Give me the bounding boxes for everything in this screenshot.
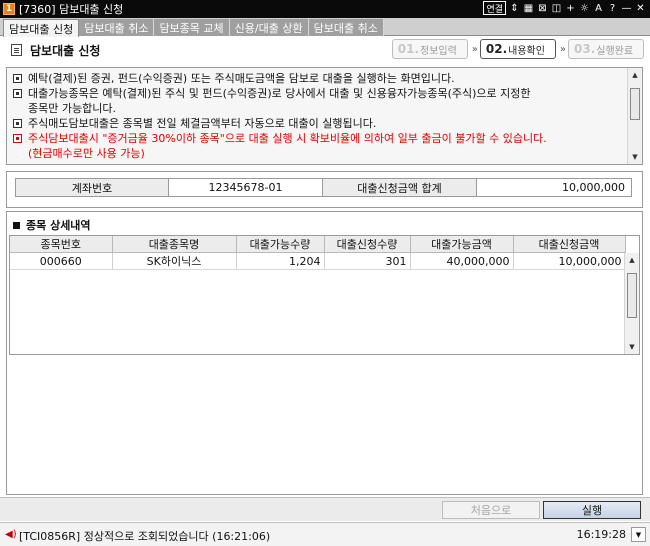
tab-collateral-swap[interactable]: 담보종목 교체 bbox=[154, 19, 230, 36]
cell-stock-code: 000660 bbox=[10, 252, 113, 270]
tab-bar: 담보대출 신청 담보대출 취소 담보종목 교체 신용/대출 상환 담보대출 취소 bbox=[0, 18, 650, 37]
detail-panel: 종목 상세내역 종목번호 대출종목명 대출가능수량 대출신청수량 대출가능금액 … bbox=[6, 211, 643, 495]
tab-loan-cancel-2[interactable]: 담보대출 취소 bbox=[308, 19, 384, 36]
step-info-input: 01. 정보입력 bbox=[391, 39, 468, 59]
section-title: 종목 상세내역 bbox=[13, 217, 91, 233]
col-request-qty: 대출신청수량 bbox=[324, 236, 411, 253]
bullet-icon bbox=[13, 119, 22, 128]
account-panel: 계좌번호 12345678-01 대출신청금액 합계 10,000,000 bbox=[6, 171, 643, 208]
notice-line: 대출가능종목은 예탁(결제)된 주식 및 펀드(수익증권)로 당사에서 대출 및… bbox=[13, 86, 624, 101]
account-number-value: 12345678-01 bbox=[168, 178, 323, 197]
cell-stock-name: SK하이닉스 bbox=[112, 252, 237, 270]
page-title: 담보대출 신청 bbox=[30, 44, 101, 58]
status-bar: ◀) [TCI0856R] 정상적으로 조회되었습니다 (16:21:06) 1… bbox=[0, 522, 650, 546]
bullet-icon bbox=[13, 89, 22, 98]
bullet-icon bbox=[13, 74, 22, 83]
execute-button[interactable]: 실행 bbox=[543, 501, 641, 519]
window-title: [7360] 담보대출 신청 bbox=[19, 3, 124, 16]
close-icon[interactable]: ✕ bbox=[635, 1, 646, 15]
window-title-bar: 1 [7360] 담보대출 신청 연결 ⇕ ▦ ⊠ ◫ + ☼ A ? — ✕ bbox=[0, 0, 650, 18]
chevron-down-icon[interactable]: ▼ bbox=[631, 527, 646, 542]
tab-credit-repay[interactable]: 신용/대출 상환 bbox=[229, 19, 309, 36]
grid-scrollbar[interactable]: ▲ ▼ bbox=[624, 253, 639, 354]
step-confirm: 02. 내용확인 bbox=[479, 39, 556, 59]
plus-icon[interactable]: + bbox=[565, 1, 576, 15]
scroll-thumb[interactable] bbox=[627, 273, 637, 318]
step-complete: 03. 실행완료 bbox=[568, 39, 644, 59]
action-bar: 처음으로 실행 bbox=[0, 497, 650, 521]
status-message: [TCI0856R] 정상적으로 조회되었습니다 (16:21:06) bbox=[19, 530, 271, 543]
title-toolbar: 연결 ⇕ ▦ ⊠ ◫ + ☼ A ? — ✕ bbox=[483, 1, 646, 15]
notice-text: 예탁(결제)된 증권, 펀드(수익증권) 또는 주식매도금액을 담보로 대출을 … bbox=[13, 71, 624, 161]
help-icon[interactable]: ? bbox=[607, 1, 618, 15]
tab-loan-apply[interactable]: 담보대출 신청 bbox=[3, 19, 80, 37]
scroll-down-icon[interactable]: ▼ bbox=[628, 150, 642, 164]
minimize-icon[interactable]: — bbox=[621, 1, 632, 15]
grid-header-row: 종목번호 대출종목명 대출가능수량 대출신청수량 대출가능금액 대출신청금액 bbox=[10, 236, 626, 253]
cell-available-amount: 40,000,000 bbox=[410, 252, 514, 270]
window-layout-icon[interactable]: ◫ bbox=[551, 1, 562, 15]
scroll-up-icon[interactable]: ▲ bbox=[625, 253, 639, 267]
total-amount-value: 10,000,000 bbox=[476, 178, 632, 197]
page-header: 담보대출 신청 01. 정보입력 » 02. 내용확인 » 03. 실행완료 bbox=[0, 36, 650, 64]
status-clock: 16:19:28 bbox=[576, 528, 626, 541]
step-arrow-icon: » bbox=[559, 43, 566, 55]
step-arrow-icon: » bbox=[471, 43, 478, 55]
scroll-down-icon[interactable]: ▼ bbox=[625, 340, 639, 354]
cell-request-amount: 10,000,000 bbox=[513, 252, 626, 270]
cell-available-qty: 1,204 bbox=[236, 252, 325, 270]
first-button[interactable]: 처음으로 bbox=[442, 501, 540, 519]
step-indicator: 01. 정보입력 » 02. 내용확인 » 03. 실행완료 bbox=[391, 39, 644, 59]
notice-line-warning: (현금매수로만 사용 가능) bbox=[28, 147, 145, 160]
total-amount-label: 대출신청금액 합계 bbox=[322, 178, 477, 197]
notice-line: 예탁(결제)된 증권, 펀드(수익증권) 또는 주식매도금액을 담보로 대출을 … bbox=[13, 71, 624, 86]
bullet-icon bbox=[13, 134, 22, 143]
account-number-label: 계좌번호 bbox=[15, 178, 169, 197]
settings-icon[interactable]: ☼ bbox=[579, 1, 590, 15]
font-size-icon[interactable]: A bbox=[593, 1, 604, 15]
notice-line: 주식매도담보대출은 종목별 전일 체결금액부터 자동으로 대출이 실행됩니다. bbox=[13, 116, 624, 131]
resize-icon[interactable]: ⇕ bbox=[509, 1, 520, 15]
notice-line-warning: 주식담보대출시 "증거금율 30%이하 종목"으로 대출 실행 시 확보비율에 … bbox=[13, 131, 624, 146]
tab-loan-cancel[interactable]: 담보대출 취소 bbox=[79, 19, 155, 36]
account-summary-table: 계좌번호 12345678-01 대출신청금액 합계 10,000,000 bbox=[15, 178, 632, 197]
document-icon bbox=[11, 44, 22, 56]
speaker-icon[interactable]: ◀) bbox=[5, 529, 17, 540]
col-stock-name: 대출종목명 bbox=[112, 236, 237, 253]
notice-line: 종목만 가능합니다. bbox=[28, 102, 116, 115]
app-icon: 1 bbox=[3, 3, 15, 15]
col-stock-code: 종목번호 bbox=[10, 236, 113, 253]
square-bullet-icon bbox=[13, 221, 20, 229]
col-available-amount: 대출가능금액 bbox=[410, 236, 514, 253]
col-available-qty: 대출가능수량 bbox=[236, 236, 325, 253]
scroll-thumb[interactable] bbox=[630, 88, 640, 120]
table-row[interactable]: 000660 SK하이닉스 1,204 301 40,000,000 10,00… bbox=[10, 252, 626, 270]
cell-request-qty: 301 bbox=[324, 252, 411, 270]
link-button[interactable]: 연결 bbox=[483, 1, 506, 15]
screenshot-icon[interactable]: ⊠ bbox=[537, 1, 548, 15]
notice-box: 예탁(결제)된 증권, 펀드(수익증권) 또는 주식매도금액을 담보로 대출을 … bbox=[6, 67, 643, 165]
notice-scrollbar[interactable]: ▲ ▼ bbox=[627, 68, 642, 164]
stock-detail-grid: 종목번호 대출종목명 대출가능수량 대출신청수량 대출가능금액 대출신청금액 0… bbox=[9, 235, 640, 355]
col-request-amount: 대출신청금액 bbox=[513, 236, 626, 253]
grid-icon[interactable]: ▦ bbox=[523, 1, 534, 15]
scroll-up-icon[interactable]: ▲ bbox=[628, 68, 642, 82]
